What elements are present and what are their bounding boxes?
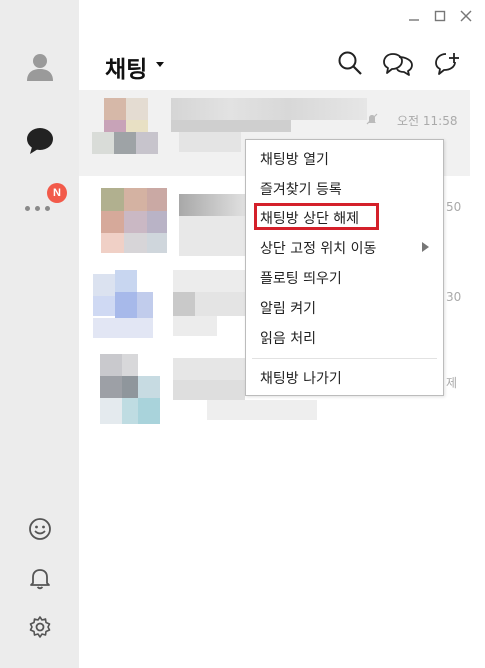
maximize-icon[interactable] (433, 8, 447, 24)
bell-icon (29, 569, 50, 590)
avatar (100, 354, 122, 376)
menu-item-open-chat[interactable]: 채팅방 열기 (260, 149, 329, 169)
sidebar-item-emoticon[interactable] (0, 517, 79, 541)
submenu-arrow-icon (422, 242, 429, 252)
menu-item-floating[interactable]: 플로팅 띄우기 (260, 268, 342, 288)
sidebar-item-notifications[interactable] (0, 566, 79, 590)
avatar (93, 274, 115, 296)
context-menu: 채팅방 열기 즐겨찾기 등록 채팅방 상단 해제 상단 고정 위치 이동 플로팅… (245, 139, 444, 396)
new-badge: N (47, 183, 67, 203)
caret-down-icon[interactable] (156, 62, 164, 67)
avatar (101, 188, 124, 211)
smiley-icon (28, 518, 51, 540)
chat-name (171, 98, 367, 120)
mute-icon (366, 113, 378, 125)
minimize-icon[interactable] (407, 8, 421, 24)
menu-item-notifications-on[interactable]: 알림 켜기 (260, 298, 316, 318)
new-chat-button[interactable] (433, 50, 463, 82)
search-button[interactable] (337, 50, 363, 80)
chat-name (179, 194, 245, 216)
sidebar-item-chats[interactable] (0, 127, 79, 155)
chat-name (173, 358, 245, 380)
open-chat-icon (383, 53, 413, 76)
more-dots-icon (25, 206, 50, 211)
menu-item-add-favorite[interactable]: 즐겨찾기 등록 (260, 179, 342, 199)
search-icon (338, 51, 362, 75)
chat-time: 제 (446, 376, 458, 390)
close-icon[interactable] (459, 8, 473, 24)
menu-item-label: 상단 고정 위치 이동 (260, 241, 377, 257)
menu-divider (252, 358, 437, 359)
chat-name (173, 270, 245, 292)
chat-time: 30 (446, 290, 462, 304)
chat-time: 50 (446, 200, 462, 214)
chat-bubble-icon (26, 128, 53, 154)
menu-item-unpin-top[interactable]: 채팅방 상단 해제 (260, 208, 359, 228)
open-chat-button[interactable] (382, 50, 414, 82)
sidebar: N (0, 0, 79, 668)
chat-time: 오전 11:58 (397, 114, 458, 128)
window-controls (407, 8, 473, 24)
person-icon (26, 54, 53, 81)
menu-item-leave-chat[interactable]: 채팅방 나가기 (260, 368, 342, 388)
menu-item-mark-read[interactable]: 읽음 처리 (260, 328, 316, 348)
sidebar-item-settings[interactable] (0, 615, 79, 639)
gear-icon (29, 616, 50, 638)
avatar (104, 98, 126, 120)
sidebar-item-friends[interactable] (0, 52, 79, 82)
new-chat-icon (435, 53, 459, 75)
page-title[interactable]: 채팅 (105, 50, 147, 84)
